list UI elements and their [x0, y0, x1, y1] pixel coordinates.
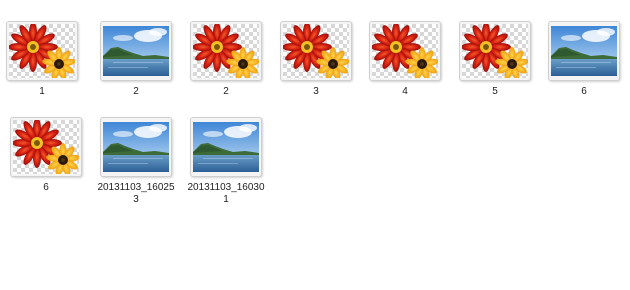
file-item[interactable]: 4 — [365, 21, 445, 98]
file-name-label: 2 — [223, 86, 229, 97]
file-icon-grid: 1 2 2 3 4 5 6 6 20131103_160253 20131103… — [0, 0, 630, 290]
landscape-image-icon — [100, 117, 172, 177]
flower-image-icon — [280, 21, 352, 81]
file-item[interactable]: 6 — [6, 117, 86, 194]
file-name-label: 6 — [581, 86, 587, 97]
file-item[interactable]: 5 — [455, 21, 535, 98]
flower-image-icon — [10, 117, 82, 177]
file-item[interactable]: 6 — [544, 21, 624, 98]
file-item[interactable]: 3 — [276, 21, 356, 98]
file-name-label: 20131103_160253 — [97, 182, 175, 205]
file-item[interactable]: 2 — [96, 21, 176, 98]
flower-image-icon — [369, 21, 441, 81]
file-item[interactable]: 2 — [186, 21, 266, 98]
file-name-label: 1 — [39, 86, 45, 97]
flower-image-icon — [6, 21, 78, 81]
landscape-image-icon — [100, 21, 172, 81]
file-name-label: 6 — [43, 182, 49, 193]
landscape-image-icon — [190, 117, 262, 177]
file-item[interactable]: 1 — [2, 21, 82, 98]
file-item[interactable]: 20131103_160301 — [186, 117, 266, 206]
file-name-label: 3 — [313, 86, 319, 97]
flower-image-icon — [190, 21, 262, 81]
file-item[interactable]: 20131103_160253 — [96, 117, 176, 206]
file-name-label: 4 — [402, 86, 408, 97]
file-name-label: 5 — [492, 86, 498, 97]
landscape-image-icon — [548, 21, 620, 81]
flower-image-icon — [459, 21, 531, 81]
file-name-label: 2 — [133, 86, 139, 97]
file-name-label: 20131103_160301 — [187, 182, 265, 205]
